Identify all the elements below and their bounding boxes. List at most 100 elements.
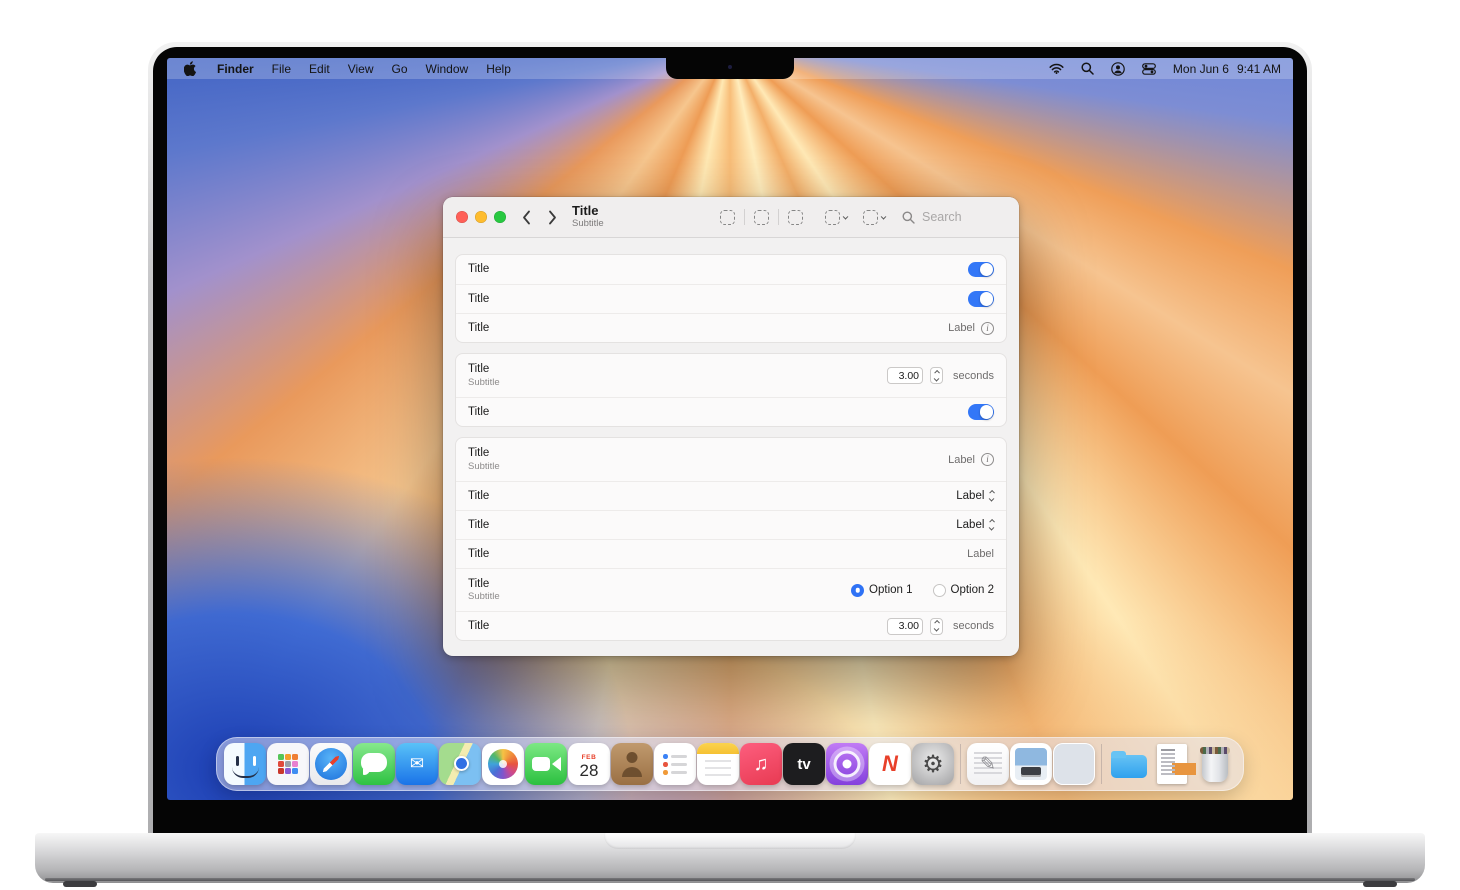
radio-option[interactable]: Option 2 (933, 584, 994, 597)
row-control: 3.00seconds (887, 618, 994, 635)
control-label: Label (948, 322, 975, 334)
menu-file[interactable]: File (263, 62, 300, 76)
info-icon[interactable]: i (981, 322, 994, 335)
stepper-value-field[interactable]: 3.00 (887, 618, 923, 635)
row-title: Title (468, 619, 489, 633)
window-content: TitleTitleTitleLabeliTitleSubtitle3.00se… (443, 238, 1019, 656)
dock-icon-launchpad[interactable] (267, 743, 309, 785)
dock-icon-blank[interactable] (1053, 743, 1095, 785)
window-title-block: Title Subtitle (572, 204, 604, 230)
stepper-up-icon (934, 370, 939, 375)
dock-icon-folder[interactable] (1108, 743, 1150, 785)
row-title: Title (468, 362, 500, 376)
user-switch-icon[interactable] (1107, 62, 1129, 76)
wifi-icon[interactable] (1045, 63, 1068, 74)
dock-icon-textedit[interactable]: ✎ (967, 743, 1009, 785)
toolbar-placeholder-icon[interactable] (788, 210, 803, 225)
dock-icon-reminders[interactable] (654, 743, 696, 785)
dock-icon-glyph: ✉ (410, 754, 424, 774)
settings-row: Title Label (456, 481, 1006, 510)
calendar-day-label: 28 (580, 762, 599, 779)
dock-icon-facetime[interactable] (525, 743, 567, 785)
row-control: Labeli (948, 322, 994, 335)
row-titles: Title (468, 619, 489, 633)
menu-edit[interactable]: Edit (300, 62, 339, 76)
toolbar-separator (744, 209, 745, 225)
zoom-button[interactable] (494, 211, 506, 223)
dock-icon-notes[interactable] (697, 743, 739, 785)
row-subtitle: Subtitle (468, 461, 500, 473)
row-titles: Title (468, 321, 489, 335)
calendar-month-label: FEB (582, 754, 597, 761)
clock-time: 9:41 AM (1237, 62, 1281, 76)
toggle-switch[interactable] (968, 262, 994, 278)
minimize-button[interactable] (475, 211, 487, 223)
stepper-value-field[interactable]: 3.00 (887, 367, 923, 384)
settings-row: Title Labeli (456, 313, 1006, 342)
laptop-foot (63, 881, 97, 887)
dock-icon-music[interactable]: ♫ (740, 743, 782, 785)
toggle-switch[interactable] (968, 291, 994, 307)
search-field[interactable] (902, 209, 1006, 225)
dock-icon-glyph: ♫ (754, 753, 769, 776)
back-button[interactable] (522, 210, 531, 225)
stepper-down-icon (934, 626, 939, 631)
search-input[interactable] (920, 209, 1000, 225)
settings-row: TitleSubtitleOption 1Option 2 (456, 568, 1006, 611)
dock-icon-document[interactable] (1151, 743, 1193, 785)
menu-go[interactable]: Go (383, 62, 417, 76)
popup-label: Label (956, 490, 984, 502)
settings-row: TitleSubtitleLabeli (456, 438, 1006, 481)
menu-view[interactable]: View (339, 62, 383, 76)
camera-icon (728, 65, 732, 69)
forward-button[interactable] (548, 210, 557, 225)
dock-icon-appletv[interactable]: tv (783, 743, 825, 785)
control-label: Label (967, 548, 994, 560)
radio-selected-icon (851, 584, 864, 597)
toolbar-placeholder-icon[interactable] (720, 210, 735, 225)
dock-icon-mail[interactable]: ✉ (396, 743, 438, 785)
row-control: Label (956, 490, 994, 502)
laptop-lid-scoop (604, 833, 856, 849)
dock-icon-glyph: tv (797, 756, 810, 773)
menu-help[interactable]: Help (477, 62, 520, 76)
apple-menu[interactable] (178, 61, 202, 76)
menu-bar-clock[interactable]: Mon Jun 6 9:41 AM (1173, 62, 1281, 76)
dock-icon-finder[interactable] (224, 743, 266, 785)
toolbar-dropdown-2[interactable] (863, 210, 886, 225)
spotlight-search-icon[interactable] (1077, 62, 1098, 75)
toggle-switch[interactable] (968, 404, 994, 420)
menu-finder[interactable]: Finder (208, 62, 263, 76)
toolbar-dropdown-1[interactable] (825, 210, 848, 225)
popup-button[interactable]: Label (956, 490, 994, 502)
settings-row: Title 3.00seconds (456, 611, 1006, 640)
row-control: Label (956, 519, 994, 531)
popup-button[interactable]: Label (956, 519, 994, 531)
dock-icon-preview[interactable] (1010, 743, 1052, 785)
row-control: Label (967, 548, 994, 560)
dock-icon-photos[interactable] (482, 743, 524, 785)
radio-option[interactable]: Option 1 (851, 584, 912, 597)
menu-window[interactable]: Window (417, 62, 478, 76)
menu-bar-status: Mon Jun 6 9:41 AM (1045, 62, 1281, 76)
stepper-buttons[interactable] (930, 367, 943, 384)
settings-row: Title (456, 284, 1006, 313)
dock-icon-news[interactable]: N (869, 743, 911, 785)
dock-icon-contacts[interactable] (611, 743, 653, 785)
stepper-buttons[interactable] (930, 618, 943, 635)
toolbar-placeholder-icon[interactable] (754, 210, 769, 225)
dock-icon-calendar[interactable]: FEB28 (568, 743, 610, 785)
control-center-icon[interactable] (1138, 62, 1160, 76)
dock-icon-safari[interactable] (310, 743, 352, 785)
dock-icon-trash[interactable] (1194, 743, 1236, 785)
row-titles: Title (468, 489, 489, 503)
close-button[interactable] (456, 211, 468, 223)
window-subtitle: Subtitle (572, 219, 604, 229)
dock-icon-podcasts[interactable] (826, 743, 868, 785)
dock-icon-maps[interactable] (439, 743, 481, 785)
info-icon[interactable]: i (981, 453, 994, 466)
dock-icon-glyph: N (882, 751, 898, 777)
dock-icon-messages[interactable] (353, 743, 395, 785)
dock-icon-settings[interactable]: ⚙ (912, 743, 954, 785)
row-title: Title (468, 292, 489, 306)
